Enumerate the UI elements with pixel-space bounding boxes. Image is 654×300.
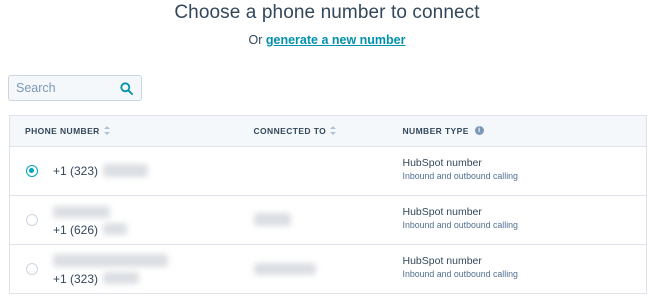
phone-number-cell: +1 (626) bbox=[9, 195, 254, 245]
number-type-cell: HubSpot number Inbound and outbound call… bbox=[402, 244, 647, 294]
subtitle: Or generate a new number bbox=[0, 33, 654, 47]
phone-number: +1 (323) bbox=[53, 272, 99, 286]
connected-to-cell bbox=[253, 195, 403, 245]
page-title: Choose a phone number to connect bbox=[174, 2, 480, 23]
table-row[interactable]: +1 (323) HubSpot number Inbound and outb… bbox=[9, 146, 647, 196]
subtitle-prefix: Or bbox=[248, 33, 263, 47]
select-radio[interactable] bbox=[26, 263, 38, 275]
number-type: HubSpot number bbox=[402, 206, 482, 218]
search-icon[interactable] bbox=[120, 82, 133, 95]
redacted-text bbox=[253, 213, 291, 226]
redacted-text bbox=[103, 272, 139, 284]
number-type-cell: HubSpot number Inbound and outbound call… bbox=[402, 195, 647, 245]
redacted-text bbox=[103, 164, 148, 177]
redacted-text bbox=[53, 254, 168, 267]
connected-to-cell bbox=[253, 244, 403, 294]
redacted-text bbox=[53, 206, 110, 218]
select-radio[interactable] bbox=[26, 214, 38, 226]
column-header-number-type: NUMBER TYPE i bbox=[402, 115, 647, 147]
search-input[interactable] bbox=[9, 76, 124, 100]
redacted-text bbox=[253, 263, 316, 275]
select-radio[interactable] bbox=[26, 165, 38, 177]
table-header-row: PHONE NUMBER CONNECTED TO NUMBER TYPE i bbox=[9, 115, 647, 147]
number-type-description: Inbound and outbound calling bbox=[402, 171, 518, 181]
column-header-label: NUMBER TYPE bbox=[402, 125, 469, 136]
number-type-description: Inbound and outbound calling bbox=[402, 269, 518, 279]
phone-number-table: PHONE NUMBER CONNECTED TO NUMBER TYPE i +… bbox=[9, 115, 647, 294]
phone-number-cell: +1 (323) bbox=[9, 146, 254, 196]
table-row[interactable]: +1 (323) HubSpot number Inbound and outb… bbox=[9, 244, 647, 294]
column-header-connected-to[interactable]: CONNECTED TO bbox=[253, 115, 403, 147]
sort-icon[interactable] bbox=[330, 126, 337, 136]
table-row[interactable]: +1 (626) HubSpot number Inbound and outb… bbox=[9, 195, 647, 245]
search-box bbox=[8, 75, 142, 101]
phone-number: +1 (626) bbox=[53, 223, 99, 237]
column-header-phone-number[interactable]: PHONE NUMBER bbox=[9, 115, 254, 147]
number-type: HubSpot number bbox=[402, 255, 482, 267]
number-type: HubSpot number bbox=[402, 157, 482, 169]
phone-number-cell: +1 (323) bbox=[9, 244, 254, 294]
column-header-label: CONNECTED TO bbox=[253, 125, 327, 136]
info-icon[interactable]: i bbox=[474, 126, 484, 136]
redacted-text bbox=[103, 223, 127, 235]
sort-icon[interactable] bbox=[103, 126, 110, 136]
number-type-description: Inbound and outbound calling bbox=[402, 220, 518, 230]
generate-number-link[interactable]: generate a new number bbox=[266, 33, 406, 47]
phone-number: +1 (323) bbox=[53, 164, 99, 178]
number-type-cell: HubSpot number Inbound and outbound call… bbox=[402, 146, 647, 196]
connected-to-cell bbox=[253, 146, 403, 196]
column-header-label: PHONE NUMBER bbox=[25, 125, 100, 136]
